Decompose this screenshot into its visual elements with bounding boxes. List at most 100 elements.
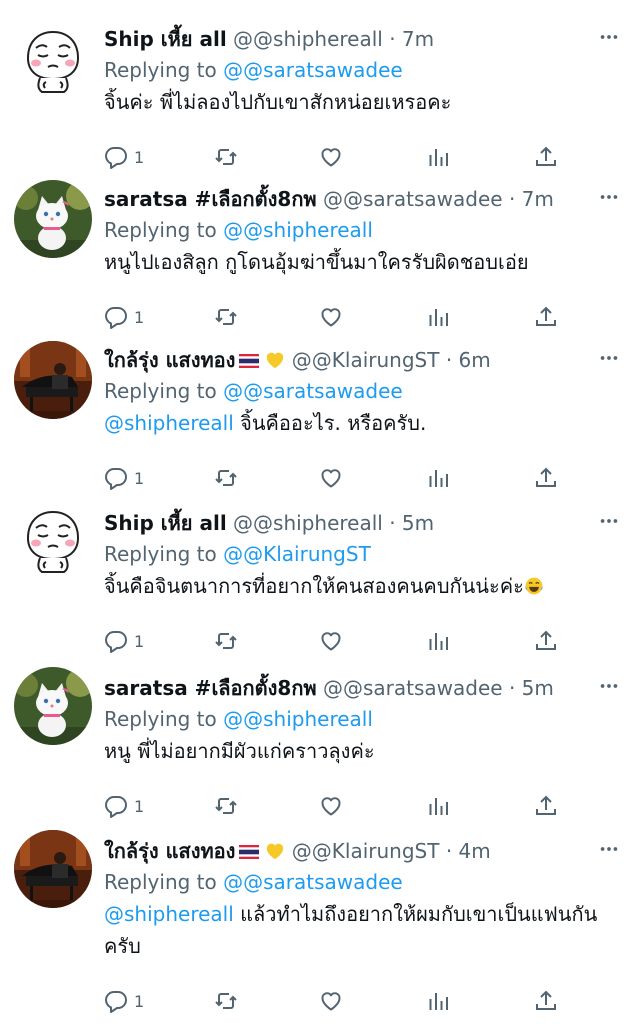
share-button[interactable] [534, 302, 558, 332]
like-button[interactable] [319, 986, 343, 1016]
reply-button[interactable]: 1 [104, 302, 144, 332]
tweet-header: ใกล้รุ่ง แสงทอง @@KlairungST · 4m [104, 834, 491, 868]
user-handle[interactable]: @@shiphereall [233, 511, 383, 535]
tweet[interactable]: saratsa #เลือกตั้ง8กพ @@saratsawadee · 5… [0, 671, 640, 831]
avatar[interactable] [14, 341, 92, 419]
mention-link[interactable]: @shiphereall [104, 411, 234, 435]
more-horizontal-icon[interactable] [598, 26, 620, 48]
mention-link[interactable]: @shiphereall [104, 902, 234, 926]
heart-icon [319, 466, 343, 490]
replying-to-link[interactable]: @@shiphereall [223, 218, 373, 242]
like-button[interactable] [319, 302, 343, 332]
timestamp[interactable]: · 4m [446, 839, 491, 863]
retweet-button[interactable] [214, 626, 238, 656]
user-handle[interactable]: @@saratsawadee [323, 676, 503, 700]
avatar[interactable] [14, 502, 92, 580]
display-name[interactable]: saratsa #เลือกตั้ง8กพ [104, 187, 317, 211]
tweet[interactable]: Ship เหี้ย all @@shiphereall · 5m Replyin… [0, 506, 640, 666]
display-name[interactable]: Ship เหี้ย all [104, 27, 227, 51]
reply-count: 1 [134, 468, 145, 488]
reply-button[interactable]: 1 [104, 142, 144, 172]
display-name[interactable]: Ship เหี้ย all [104, 511, 227, 535]
user-handle[interactable]: @@KlairungST [292, 839, 440, 863]
analytics-button[interactable] [426, 463, 450, 493]
retweet-button[interactable] [214, 986, 238, 1016]
tweet[interactable]: ใกล้รุ่ง แสงทอง @@KlairungST · 4m Replyin… [0, 834, 640, 994]
analytics-bars-icon [426, 466, 450, 490]
avatar[interactable] [14, 667, 92, 745]
user-handle[interactable]: @@saratsawadee [323, 187, 503, 211]
share-button[interactable] [534, 142, 558, 172]
like-button[interactable] [319, 463, 343, 493]
replying-to-link[interactable]: @@KlairungST [223, 542, 371, 566]
timestamp[interactable]: · 5m [389, 511, 434, 535]
tweet-header: Ship เหี้ย all @@shiphereall · 5m [104, 506, 434, 540]
reply-button[interactable]: 1 [104, 626, 144, 656]
replying-to-link[interactable]: @@shiphereall [223, 707, 373, 731]
tears-of-joy-icon [524, 576, 544, 596]
more-horizontal-icon[interactable] [598, 675, 620, 697]
tweet[interactable]: saratsa #เลือกตั้ง8กพ @@saratsawadee · 7… [0, 182, 640, 342]
yellow-heart-icon [265, 351, 285, 369]
display-name[interactable]: saratsa #เลือกตั้ง8กพ [104, 676, 317, 700]
analytics-bars-icon [426, 145, 450, 169]
share-button[interactable] [534, 986, 558, 1016]
avatar[interactable] [14, 830, 92, 908]
avatar[interactable] [14, 22, 92, 100]
more-horizontal-icon[interactable] [598, 347, 620, 369]
reply-button[interactable]: 1 [104, 986, 144, 1016]
reply-button[interactable]: 1 [104, 791, 144, 821]
reply-button[interactable]: 1 [104, 463, 144, 493]
display-name[interactable]: ใกล้รุ่ง แสงทอง [104, 348, 235, 372]
tweet-text: จิ้นค่ะ พี่ไม่ลองไปกับเขาสักหน่อยเหรอคะ [104, 86, 604, 118]
heart-icon [319, 629, 343, 653]
tweet[interactable]: ใกล้รุ่ง แสงทอง @@KlairungST · 6m Replyin… [0, 343, 640, 503]
retweet-button[interactable] [214, 142, 238, 172]
tweet[interactable]: Ship เหี้ย all @@shiphereall · 7m Replyin… [0, 22, 640, 182]
more-horizontal-icon[interactable] [598, 838, 620, 860]
user-handle[interactable]: @@KlairungST [292, 348, 440, 372]
timestamp[interactable]: · 6m [446, 348, 491, 372]
analytics-button[interactable] [426, 986, 450, 1016]
user-handle[interactable]: @@shiphereall [233, 27, 383, 51]
analytics-button[interactable] [426, 302, 450, 332]
share-button[interactable] [534, 626, 558, 656]
tweet-actions: 1 [104, 791, 574, 821]
like-button[interactable] [319, 142, 343, 172]
replying-to-link[interactable]: @@saratsawadee [223, 379, 403, 403]
like-button[interactable] [319, 626, 343, 656]
share-upload-icon [534, 466, 558, 490]
tweet-actions: 1 [104, 302, 574, 332]
tweet-text: @shiphereall แล้วทำไมถึงอยากให้ผมกับเขาเ… [104, 898, 604, 962]
analytics-bars-icon [426, 794, 450, 818]
analytics-button[interactable] [426, 791, 450, 821]
display-name[interactable]: ใกล้รุ่ง แสงทอง [104, 839, 235, 863]
timestamp[interactable]: · 5m [509, 676, 554, 700]
avatar[interactable] [14, 180, 92, 258]
replying-to-link[interactable]: @@saratsawadee [223, 870, 403, 894]
analytics-button[interactable] [426, 626, 450, 656]
retweet-button[interactable] [214, 302, 238, 332]
retweet-icon [214, 305, 238, 329]
retweet-icon [214, 794, 238, 818]
replying-to: Replying to @@shiphereall [104, 216, 373, 244]
thailand-flag-icon [239, 354, 259, 368]
timestamp[interactable]: · 7m [389, 27, 434, 51]
share-button[interactable] [534, 791, 558, 821]
timestamp[interactable]: · 7m [509, 187, 554, 211]
retweet-button[interactable] [214, 463, 238, 493]
more-horizontal-icon[interactable] [598, 510, 620, 532]
retweet-button[interactable] [214, 791, 238, 821]
share-upload-icon [534, 145, 558, 169]
heart-icon [319, 145, 343, 169]
share-button[interactable] [534, 463, 558, 493]
replying-to-link[interactable]: @@saratsawadee [223, 58, 403, 82]
replying-to: Replying to @@saratsawadee [104, 377, 403, 405]
more-horizontal-icon[interactable] [598, 186, 620, 208]
tweet-text: @shiphereall จิ้นคืออะไร. หรือครับ. [104, 407, 604, 439]
analytics-button[interactable] [426, 142, 450, 172]
like-button[interactable] [319, 791, 343, 821]
reply-bubble-icon [104, 629, 128, 653]
replying-prefix: Replying to [104, 542, 224, 566]
replying-prefix: Replying to [104, 707, 224, 731]
